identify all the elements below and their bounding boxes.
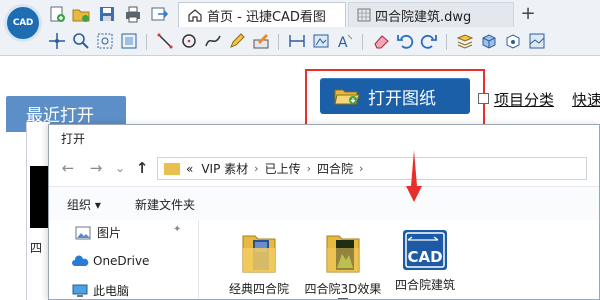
- save-icon[interactable]: [98, 5, 116, 23]
- sidebar-item-onedrive[interactable]: OneDrive: [71, 254, 149, 268]
- new-file-icon[interactable]: [48, 5, 66, 23]
- project-category-link[interactable]: 项目分类: [494, 89, 554, 110]
- app-toolbar: CAD 首页 - 迅捷CAD看图 四合院建筑.dwg + A: [0, 0, 600, 56]
- svg-text:A: A: [338, 35, 348, 50]
- pictures-icon: [75, 226, 91, 240]
- address-overflow[interactable]: «: [186, 162, 193, 176]
- file-item-siheyuan-building[interactable]: CAD 四合院建筑: [385, 228, 465, 293]
- cloud-icon: [71, 254, 89, 268]
- pin-icon[interactable]: ✦: [173, 224, 181, 235]
- circle-icon[interactable]: [180, 32, 198, 50]
- new-folder-button[interactable]: 新建文件夹: [135, 196, 195, 213]
- file-name: 四合院建筑: [394, 278, 455, 292]
- cad-file-icon: CAD: [403, 230, 447, 270]
- zoom-icon[interactable]: [72, 32, 90, 50]
- file-name: 经典四合院: [228, 282, 289, 296]
- export-icon[interactable]: [150, 5, 169, 23]
- breadcrumb-uploaded[interactable]: 已上传: [265, 160, 301, 177]
- sidebar-item-label: 此电脑: [93, 284, 130, 298]
- file-item-classic-siheyuan[interactable]: 经典四合院: [219, 228, 299, 297]
- logo-text: CAD: [12, 18, 34, 28]
- eraser-icon[interactable]: [372, 32, 390, 50]
- drawing-grid-icon: [357, 8, 371, 22]
- cad-badge-text: CAD: [407, 248, 442, 266]
- tab-drawing-label: 四合院建筑.dwg: [375, 9, 472, 25]
- open-file-dialog: 打开 ← → ⌄ ↑ « VIP 素材 › 已上传 › 四合院 › 组织 ▾ 新…: [48, 124, 600, 300]
- recent-file-thumbnail[interactable]: [30, 166, 50, 228]
- sidebar-item-this-pc[interactable]: 此电脑: [71, 282, 129, 299]
- navigation-pane: 图片 ✦ OneDrive 此电脑: [49, 220, 199, 299]
- spline-icon[interactable]: [204, 32, 222, 50]
- breadcrumb-siheyuan[interactable]: 四合院: [317, 160, 353, 177]
- zoom-window-icon[interactable]: [96, 32, 114, 50]
- folder-document-icon: [242, 235, 276, 273]
- organize-button[interactable]: 组织 ▾: [67, 196, 101, 213]
- drawing-tools: A: [44, 30, 600, 54]
- redo-icon[interactable]: [420, 32, 438, 50]
- 3d-view-icon[interactable]: [504, 32, 522, 50]
- sidebar-item-label: OneDrive: [93, 254, 150, 268]
- forward-icon[interactable]: →: [87, 158, 105, 178]
- home-icon: [187, 8, 203, 22]
- line-icon[interactable]: [156, 32, 174, 50]
- 3d-box-icon[interactable]: [480, 32, 498, 50]
- dialog-title: 打开: [61, 132, 86, 146]
- tab-home[interactable]: 首页 - 迅捷CAD看图: [178, 2, 346, 27]
- sidebar-item-label: 图片: [97, 226, 122, 240]
- quick-link[interactable]: 快速: [572, 89, 600, 110]
- measure-area-icon[interactable]: [312, 32, 330, 50]
- folder-image-icon: [326, 235, 360, 273]
- file-name: 四合院3D效果图: [304, 282, 382, 299]
- sidebar-item-pictures[interactable]: 图片: [75, 224, 121, 241]
- breadcrumb-separator[interactable]: ›: [254, 162, 258, 175]
- new-tab-button[interactable]: +: [516, 3, 540, 27]
- address-bar[interactable]: « VIP 素材 › 已上传 › 四合院 ›: [157, 157, 587, 180]
- dialog-navigation: ← → ⌄ ↑ « VIP 素材 › 已上传 › 四合院 ›: [49, 152, 599, 186]
- markup-icon[interactable]: [252, 32, 270, 50]
- open-drawing-button[interactable]: 打开图纸: [320, 78, 470, 114]
- recent-locations-icon[interactable]: ⌄: [111, 158, 129, 178]
- breadcrumb-separator[interactable]: ›: [359, 162, 363, 175]
- app-logo[interactable]: CAD: [4, 4, 42, 42]
- guide-arrow-icon: [406, 150, 422, 202]
- tab-home-label: 首页 - 迅捷CAD看图: [207, 9, 326, 25]
- recent-file-label: 四: [30, 241, 43, 255]
- back-icon[interactable]: ←: [59, 158, 77, 178]
- pan-icon[interactable]: [48, 32, 66, 50]
- open-folder-icon[interactable]: [72, 5, 90, 23]
- pencil-icon[interactable]: [228, 32, 246, 50]
- render-icon[interactable]: [528, 32, 546, 50]
- dialog-toolbar: 组织 ▾ 新建文件夹: [49, 186, 599, 220]
- project-category-checkbox[interactable]: [478, 93, 489, 104]
- up-icon[interactable]: ↑: [133, 158, 151, 178]
- tab-drawing[interactable]: 四合院建筑.dwg: [348, 2, 514, 27]
- print-icon[interactable]: [124, 5, 142, 23]
- breadcrumb-vip[interactable]: VIP 素材: [201, 160, 248, 177]
- undo-icon[interactable]: [396, 32, 414, 50]
- zoom-extents-icon[interactable]: [120, 32, 138, 50]
- open-folder-icon: [334, 86, 360, 106]
- measure-length-icon[interactable]: [288, 32, 306, 50]
- text-icon[interactable]: A: [336, 32, 354, 51]
- breadcrumb-separator[interactable]: ›: [307, 162, 311, 175]
- file-item-siheyuan-3d[interactable]: 四合院3D效果图: [303, 228, 383, 299]
- open-drawing-label: 打开图纸: [368, 88, 436, 109]
- folder-icon: [164, 162, 180, 175]
- layers-icon[interactable]: [456, 32, 474, 50]
- computer-icon: [71, 284, 88, 298]
